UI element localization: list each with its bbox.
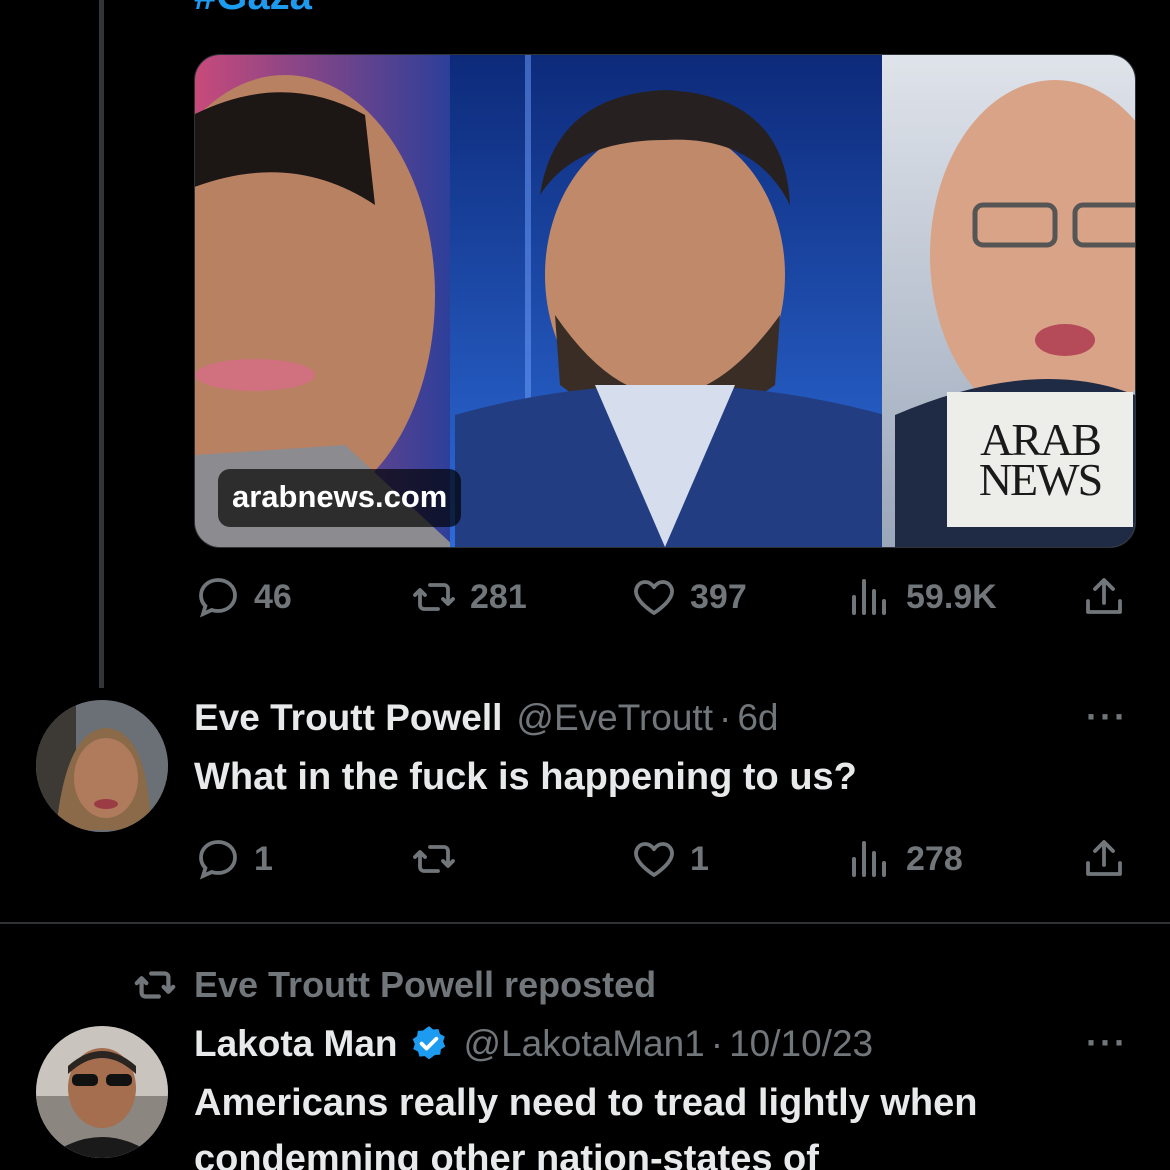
author-handle[interactable]: @LakotaMan1 bbox=[464, 1023, 705, 1065]
arab-news-logo: ARAB NEWS bbox=[947, 392, 1133, 527]
share-icon bbox=[1086, 840, 1122, 876]
author-name[interactable]: Lakota Man bbox=[194, 1023, 398, 1065]
avatar-photo bbox=[36, 700, 168, 832]
views-button[interactable]: 59.9K bbox=[846, 572, 997, 622]
reply-button[interactable]: 1 bbox=[194, 834, 273, 884]
author-name[interactable]: Eve Troutt Powell bbox=[194, 697, 502, 739]
link-domain-chip[interactable]: arabnews.com bbox=[218, 469, 462, 527]
heart-icon bbox=[634, 580, 674, 615]
tweet-text-line-1: Americans really need to tread lightly w… bbox=[194, 1082, 978, 1124]
repost-header-text: Eve Troutt Powell reposted bbox=[194, 964, 657, 1005]
more-options-button[interactable]: ··· bbox=[1086, 1022, 1128, 1064]
link-preview-card[interactable]: arabnews.com ARAB NEWS bbox=[194, 54, 1136, 548]
reply-button[interactable]: 46 bbox=[194, 572, 292, 622]
post-time[interactable]: 6d bbox=[737, 697, 778, 739]
views-chart-icon bbox=[852, 579, 886, 615]
tweet-text-line-2: condemning other nation-states of bbox=[194, 1138, 819, 1170]
views-chart-icon bbox=[852, 841, 886, 877]
post-time[interactable]: 10/10/23 bbox=[729, 1023, 873, 1065]
share-button[interactable] bbox=[1080, 572, 1128, 622]
share-icon bbox=[1086, 578, 1122, 614]
reply-count: 1 bbox=[254, 839, 273, 878]
eve-tweet-header: Eve Troutt Powell @EveTroutt · 6d bbox=[194, 694, 778, 742]
reply-count: 46 bbox=[254, 577, 292, 616]
hashtag-link[interactable]: #Gaza bbox=[194, 0, 312, 19]
view-count: 278 bbox=[906, 839, 963, 878]
view-count: 59.9K bbox=[906, 577, 997, 616]
avatar-eve-troutt-powell[interactable] bbox=[36, 700, 168, 832]
verified-badge-icon bbox=[412, 1026, 445, 1060]
repost-header[interactable]: Eve Troutt Powell reposted bbox=[132, 962, 656, 1008]
more-options-button[interactable]: ··· bbox=[1086, 696, 1128, 738]
like-button[interactable]: 397 bbox=[630, 572, 747, 622]
separator-dot: · bbox=[710, 1023, 724, 1064]
reply-icon bbox=[199, 578, 237, 618]
repost-button[interactable]: 281 bbox=[410, 572, 527, 622]
repost-count: 281 bbox=[470, 577, 527, 616]
tweet-divider bbox=[0, 922, 1170, 924]
like-count: 1 bbox=[690, 839, 709, 878]
tweet-text: What in the fuck is happening to us? bbox=[194, 756, 857, 798]
avatar-lakota-man[interactable] bbox=[36, 1026, 168, 1158]
repost-icon bbox=[413, 845, 455, 873]
like-count: 397 bbox=[690, 577, 747, 616]
lakota-tweet-header: Lakota Man @LakotaMan1 · 10/10/23 bbox=[194, 1020, 873, 1068]
views-button[interactable]: 278 bbox=[846, 834, 963, 884]
repost-icon bbox=[413, 583, 455, 611]
reply-icon bbox=[199, 840, 237, 880]
separator-dot: · bbox=[719, 697, 732, 738]
avatar-photo bbox=[36, 1026, 168, 1158]
like-button[interactable]: 1 bbox=[630, 834, 709, 884]
share-button[interactable] bbox=[1080, 834, 1128, 884]
repost-icon bbox=[134, 971, 176, 999]
eve-tweet-actions: 1 1 278 bbox=[194, 834, 1134, 884]
author-handle[interactable]: @EveTroutt bbox=[516, 697, 713, 739]
logo-line-2: NEWS bbox=[978, 453, 1103, 505]
timeline: #Gaza bbox=[0, 0, 1170, 1170]
thread-connector-line bbox=[99, 0, 104, 688]
heart-icon bbox=[634, 842, 674, 877]
repost-button[interactable] bbox=[410, 834, 470, 884]
top-tweet-actions: 46 281 397 59.9K bbox=[194, 572, 1134, 622]
